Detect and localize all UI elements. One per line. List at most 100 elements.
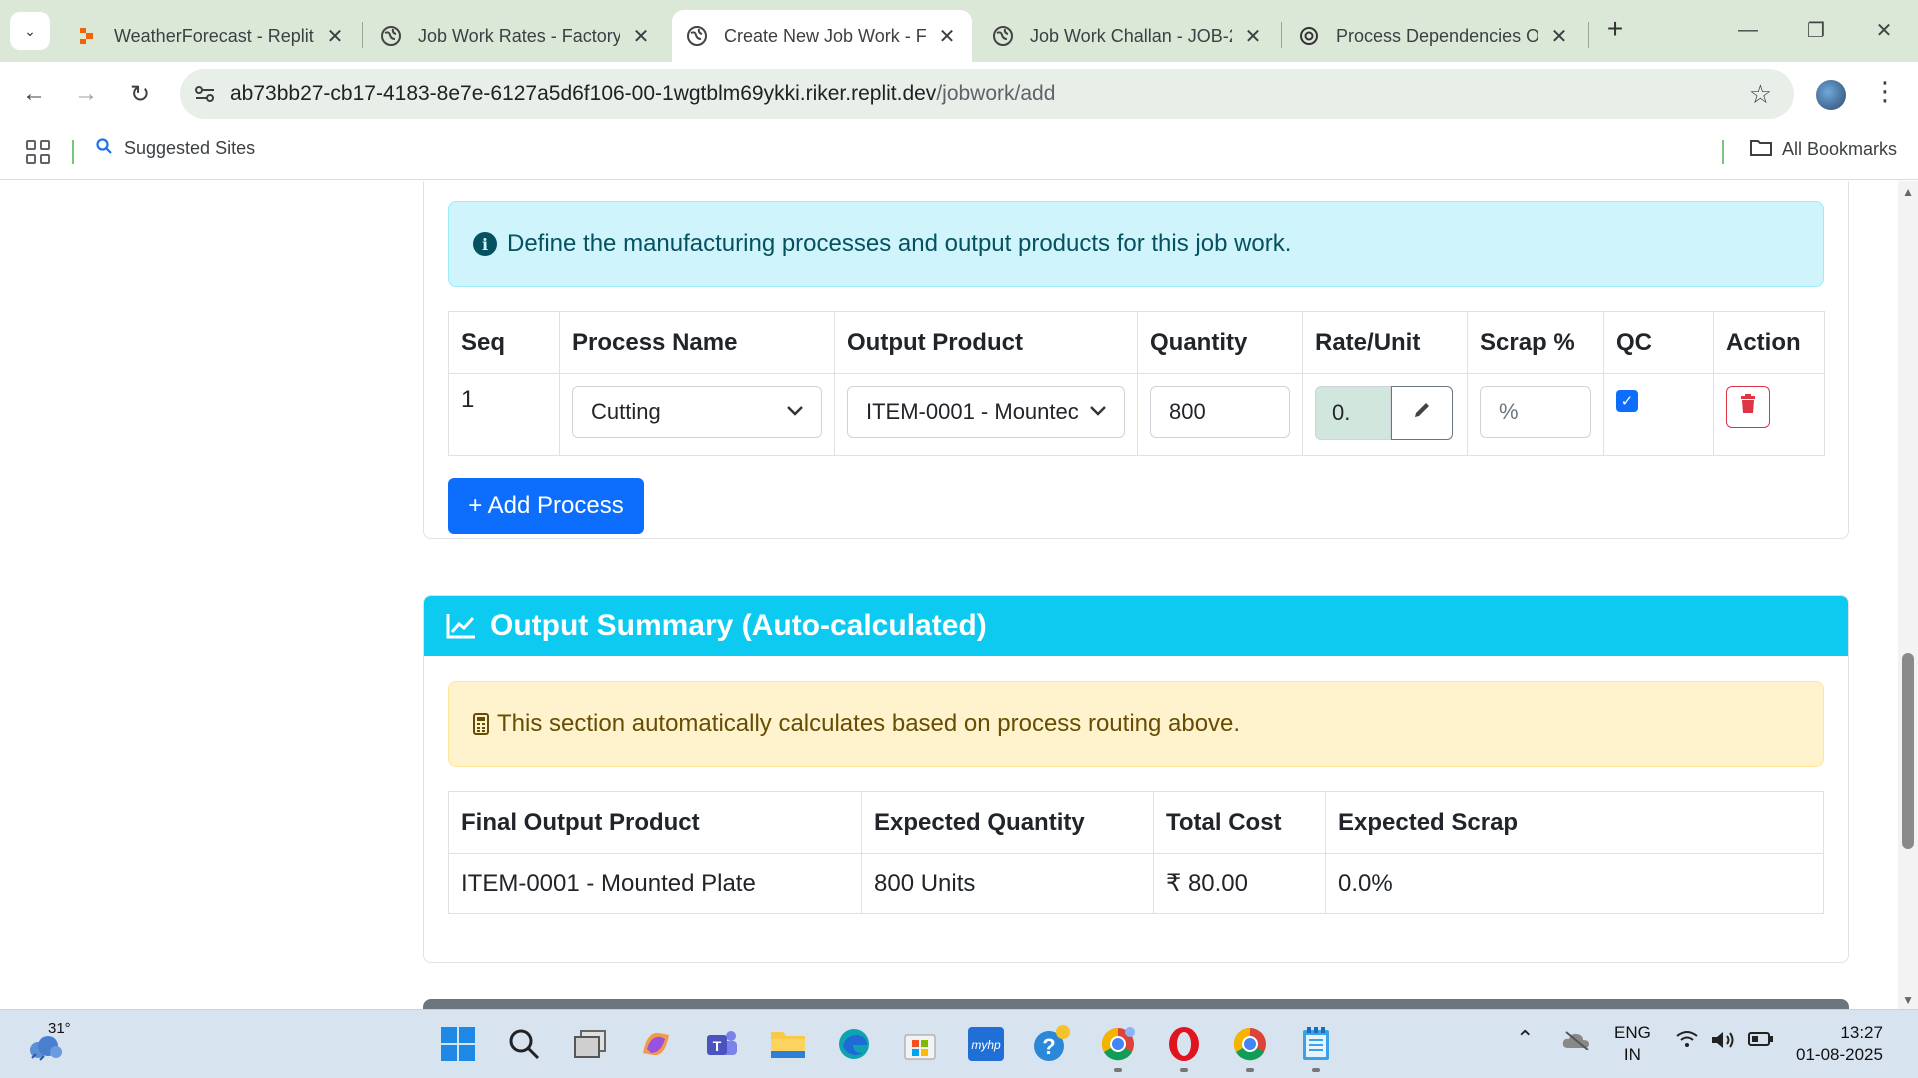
bookmark-star-icon[interactable]: ☆ bbox=[1749, 79, 1772, 110]
output-product-select[interactable]: ITEM-0001 - Mountec bbox=[847, 386, 1125, 438]
close-icon[interactable]: ✕ bbox=[324, 24, 346, 49]
calculator-icon bbox=[473, 713, 489, 735]
browser-menu-icon[interactable]: ⋮ bbox=[1872, 76, 1898, 107]
bookmarks-bar: Suggested Sites All Bookmarks bbox=[0, 126, 1918, 180]
reload-button[interactable]: ↻ bbox=[120, 74, 160, 114]
volume-icon[interactable] bbox=[1710, 1030, 1736, 1056]
copilot-icon[interactable] bbox=[636, 1024, 676, 1064]
output-summary-header: Output Summary (Auto-calculated) bbox=[424, 596, 1848, 656]
column-header-final-output: Final Output Product bbox=[448, 791, 862, 854]
column-header-expected-scrap: Expected Scrap bbox=[1325, 791, 1824, 854]
globe-icon bbox=[992, 25, 1014, 47]
scroll-up-arrow-icon[interactable]: ▲ bbox=[1902, 185, 1914, 199]
folder-icon bbox=[1750, 138, 1772, 161]
process-name-select[interactable]: Cutting bbox=[572, 386, 822, 438]
tab-title: WeatherForecast - Replit bbox=[114, 25, 314, 46]
delete-process-button[interactable] bbox=[1726, 386, 1770, 428]
pencil-icon bbox=[1412, 400, 1432, 426]
opera-icon[interactable] bbox=[1164, 1024, 1204, 1064]
notepad-icon[interactable] bbox=[1296, 1024, 1336, 1064]
system-clock[interactable]: 13:27 01-08-2025 bbox=[1796, 1022, 1883, 1066]
teams-icon[interactable]: T bbox=[702, 1024, 742, 1064]
bookmark-suggested-sites[interactable]: Suggested Sites bbox=[96, 138, 255, 159]
back-button[interactable]: ← bbox=[14, 74, 54, 114]
column-header-qc: QC bbox=[1603, 311, 1714, 374]
browser-tab-weatherforecast[interactable]: WeatherForecast - Replit ✕ bbox=[62, 10, 360, 62]
help-icon[interactable]: ? bbox=[1032, 1024, 1072, 1064]
apps-grid-icon[interactable] bbox=[26, 140, 50, 164]
rate-input-group: 0. bbox=[1315, 386, 1455, 440]
microsoft-store-icon[interactable] bbox=[900, 1024, 940, 1064]
file-explorer-icon[interactable] bbox=[768, 1024, 808, 1064]
task-view-icon[interactable] bbox=[570, 1024, 610, 1064]
edge-browser-icon[interactable] bbox=[834, 1024, 874, 1064]
forward-button[interactable]: → bbox=[66, 74, 106, 114]
tab-search-button[interactable]: ⌄ bbox=[10, 12, 50, 50]
onedrive-icon[interactable] bbox=[1562, 1030, 1590, 1056]
svg-text:T: T bbox=[713, 1038, 722, 1054]
chrome-profile-icon[interactable] bbox=[1098, 1024, 1138, 1064]
close-icon[interactable]: ✕ bbox=[1548, 24, 1570, 49]
close-icon[interactable]: ✕ bbox=[936, 24, 958, 49]
windows-start-icon[interactable] bbox=[438, 1024, 478, 1064]
page-scrollbar[interactable]: ▲ ▼ bbox=[1898, 181, 1918, 1009]
quantity-input[interactable]: 800 bbox=[1150, 386, 1290, 438]
scroll-down-arrow-icon[interactable]: ▼ bbox=[1902, 993, 1914, 1007]
site-settings-icon[interactable] bbox=[180, 85, 230, 103]
bookmark-label: Suggested Sites bbox=[124, 138, 256, 158]
close-window-button[interactable]: ✕ bbox=[1862, 10, 1906, 50]
clock-date: 01-08-2025 bbox=[1796, 1045, 1883, 1064]
column-header-scrap: Scrap % bbox=[1467, 311, 1604, 374]
final-output-cell: ITEM-0001 - Mounted Plate bbox=[448, 853, 862, 914]
column-header-action: Action bbox=[1713, 311, 1825, 374]
weather-temperature: 31° bbox=[48, 1020, 71, 1037]
chevron-down-icon: ⌄ bbox=[24, 22, 36, 39]
wifi-icon[interactable] bbox=[1676, 1030, 1698, 1054]
bookmark-label: All Bookmarks bbox=[1782, 139, 1898, 159]
qc-checkbox[interactable]: ✓ bbox=[1616, 390, 1638, 412]
rate-input[interactable]: 0. bbox=[1315, 386, 1391, 440]
edit-rate-button[interactable] bbox=[1391, 386, 1453, 440]
close-icon[interactable]: ✕ bbox=[1242, 24, 1264, 49]
battery-icon[interactable] bbox=[1748, 1030, 1774, 1053]
chart-line-icon bbox=[446, 613, 476, 639]
column-header-expected-quantity: Expected Quantity bbox=[861, 791, 1154, 854]
browser-tab-process-dependencies[interactable]: Process Dependencies O ✕ bbox=[1284, 10, 1584, 62]
search-icon bbox=[96, 138, 112, 159]
chrome-icon[interactable] bbox=[1230, 1024, 1270, 1064]
chevron-up-icon[interactable]: ⌃ bbox=[1516, 1026, 1534, 1052]
language-indicator[interactable]: ENG IN bbox=[1614, 1022, 1651, 1066]
scrap-input[interactable]: % bbox=[1480, 386, 1591, 438]
url-text: ab73bb27-cb17-4183-8e7e-6127a5d6f106-00-… bbox=[230, 82, 1056, 105]
restore-button[interactable]: ❐ bbox=[1794, 10, 1838, 50]
address-bar[interactable]: ab73bb27-cb17-4183-8e7e-6127a5d6f106-00-… bbox=[180, 69, 1794, 119]
output-summary-table: Final Output Product Expected Quantity T… bbox=[448, 791, 1824, 914]
close-icon: ✕ bbox=[1875, 19, 1893, 42]
add-process-button[interactable]: + Add Process bbox=[448, 478, 644, 534]
new-tab-button[interactable]: + bbox=[1598, 12, 1632, 46]
close-icon[interactable]: ✕ bbox=[630, 24, 652, 49]
all-bookmarks-button[interactable]: All Bookmarks bbox=[1750, 138, 1897, 161]
chevron-down-icon bbox=[787, 403, 803, 421]
myhp-icon[interactable]: myhp bbox=[966, 1024, 1006, 1064]
tab-title: Job Work Rates - Factory bbox=[418, 25, 620, 46]
scrollbar-thumb[interactable] bbox=[1902, 653, 1914, 849]
minimize-button[interactable]: — bbox=[1726, 10, 1770, 50]
process-table: Seq Process Name Output Product Quantity… bbox=[448, 311, 1825, 456]
info-text: Define the manufacturing processes and o… bbox=[507, 230, 1292, 257]
browser-tab-job-work-rates[interactable]: Job Work Rates - Factory ✕ bbox=[366, 10, 666, 62]
browser-tab-job-work-challan[interactable]: Job Work Challan - JOB-2 ✕ bbox=[978, 10, 1278, 62]
column-header-output-product: Output Product bbox=[834, 311, 1138, 374]
browser-toolbar: ← → ↻ ab73bb27-cb17-4183-8e7e-6127a5d6f1… bbox=[0, 62, 1918, 126]
svg-text:myhp: myhp bbox=[971, 1038, 1001, 1052]
reload-icon: ↻ bbox=[129, 80, 151, 108]
profile-avatar[interactable] bbox=[1816, 80, 1846, 110]
search-icon[interactable] bbox=[504, 1024, 544, 1064]
auto-calc-notice: This section automatically calculates ba… bbox=[448, 681, 1824, 767]
check-icon: ✓ bbox=[1620, 393, 1634, 410]
output-summary-title: Output Summary (Auto-calculated) bbox=[490, 609, 987, 642]
seq-cell: 1 bbox=[448, 373, 560, 456]
column-header-seq: Seq bbox=[448, 311, 560, 374]
browser-tab-create-job-work[interactable]: Create New Job Work - F ✕ bbox=[672, 10, 972, 62]
chevron-down-icon bbox=[1090, 403, 1106, 421]
